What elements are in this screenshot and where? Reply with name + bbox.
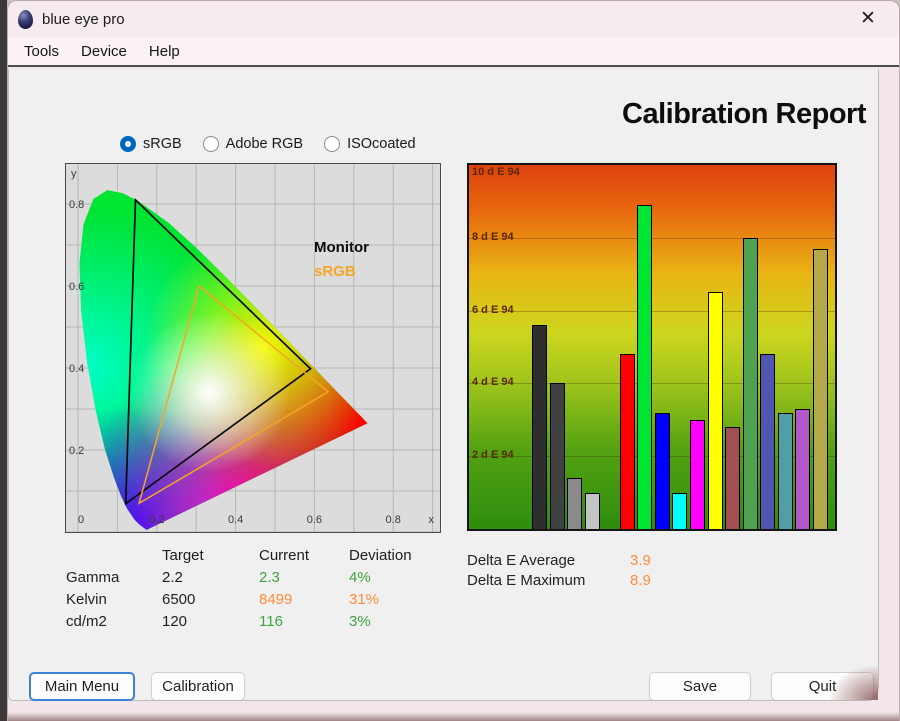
- profile-radio-group: sRGB Adobe RGB ISOcoated: [120, 136, 416, 152]
- bar-gridline: [469, 383, 835, 384]
- svg-text:0.2: 0.2: [69, 445, 84, 457]
- menu-bar: Tools Device Help: [8, 37, 899, 67]
- radio-unselected-icon[interactable]: [324, 136, 340, 152]
- delta-e-bar: [778, 413, 793, 529]
- radio-label: sRGB: [143, 136, 182, 152]
- svg-text:0.4: 0.4: [228, 514, 243, 526]
- target-value: 6500: [162, 591, 259, 613]
- app-window: blue eye pro ✕ Tools Device Help sRGB Ado…: [7, 0, 900, 721]
- radio-selected-icon[interactable]: [120, 136, 136, 152]
- delta-e-bar: [813, 249, 828, 529]
- column-header: Deviation: [349, 547, 444, 569]
- svg-text:0: 0: [78, 514, 84, 526]
- delta-e-bar: [655, 413, 670, 529]
- column-header: Target: [162, 547, 259, 569]
- delta-e-bar: [550, 383, 565, 529]
- cie-horseshoe: [66, 164, 440, 532]
- radio-adobe-rgb[interactable]: Adobe RGB: [203, 136, 303, 152]
- target-value: 2.2: [162, 569, 259, 591]
- column-header: Current: [259, 547, 349, 569]
- calibration-button[interactable]: Calibration: [151, 672, 245, 701]
- svg-text:0.8: 0.8: [69, 199, 84, 211]
- bar-axis-tick-label: 4 d E 94: [472, 376, 514, 388]
- radio-label: ISOcoated: [347, 136, 416, 152]
- table-corner-cell: [66, 547, 162, 569]
- close-icon[interactable]: ✕: [854, 6, 882, 32]
- page-title: Calibration Report: [622, 98, 866, 131]
- radio-isocoated[interactable]: ISOcoated: [324, 136, 416, 152]
- radio-srgb[interactable]: sRGB: [120, 136, 182, 152]
- menu-help[interactable]: Help: [138, 43, 191, 60]
- delta-e-bar: [725, 427, 740, 529]
- window-title: blue eye pro: [42, 11, 125, 28]
- delta-e-bar: [795, 409, 810, 529]
- delta-e-row: Delta E Average3.9: [467, 550, 651, 570]
- delta-e-value: 8.9: [630, 572, 651, 589]
- deviation-value: 31%: [349, 591, 444, 613]
- current-value: 2.3: [259, 569, 349, 591]
- title-bar: blue eye pro ✕: [8, 1, 899, 37]
- bar-gridline: [469, 311, 835, 312]
- bar-axis-tick-label: 2 d E 94: [472, 449, 514, 461]
- target-value: 120: [162, 613, 259, 635]
- svg-text:0.6: 0.6: [307, 514, 322, 526]
- main-menu-button[interactable]: Main Menu: [29, 672, 135, 701]
- delta-e-bar: [690, 420, 705, 529]
- delta-e-label: Delta E Average: [467, 552, 630, 569]
- radio-unselected-icon[interactable]: [203, 136, 219, 152]
- deviation-value: 4%: [349, 569, 444, 591]
- radio-label: Adobe RGB: [226, 136, 303, 152]
- svg-text:x: x: [429, 514, 435, 526]
- current-value: 116: [259, 613, 349, 635]
- delta-e-bar-chart: 10 d E 94 8 d E 94 6 d E 94 4 d E 94 2 d E 9…: [467, 163, 837, 531]
- bar-axis-tick-label: 6 d E 94: [472, 304, 514, 316]
- legend-monitor: Monitor: [314, 239, 369, 256]
- delta-e-label: Delta E Maximum: [467, 572, 630, 589]
- save-button[interactable]: Save: [649, 672, 751, 701]
- blue-eye-logo-icon: [18, 10, 33, 29]
- svg-text:0.8: 0.8: [386, 514, 401, 526]
- calibration-results-table: TargetCurrentDeviation Gamma2.22.34% Kelvi…: [66, 547, 444, 635]
- current-value: 8499: [259, 591, 349, 613]
- delta-e-bar: [620, 354, 635, 529]
- menu-device[interactable]: Device: [70, 43, 138, 60]
- delta-e-row: Delta E Maximum8.9: [467, 570, 651, 590]
- delta-e-bar: [637, 205, 652, 529]
- row-label: Gamma: [66, 569, 162, 591]
- row-label: Kelvin: [66, 591, 162, 613]
- gamut-legend: Monitor sRGB: [314, 239, 369, 280]
- svg-text:y: y: [71, 168, 77, 180]
- delta-e-bar: [743, 238, 758, 529]
- delta-e-bar: [760, 354, 775, 529]
- legend-srgb: sRGB: [314, 263, 356, 280]
- menu-tools[interactable]: Tools: [13, 43, 70, 60]
- bar-gridline: [469, 238, 835, 239]
- bar-axis-tick-label: 8 d E 94: [472, 231, 514, 243]
- delta-e-bar: [585, 493, 600, 529]
- delta-e-bar: [532, 325, 547, 529]
- cie-diagram-svg: y 0.2 0.4 0.6 0.8 0 0.2 0.4 0.6 0.8 x Monitor sRGB: [66, 164, 440, 532]
- delta-e-summary: Delta E Average3.9Delta E Maximum8.9: [467, 550, 651, 590]
- svg-text:0.6: 0.6: [69, 281, 84, 293]
- delta-e-bar: [708, 292, 723, 529]
- row-label: cd/m2: [66, 613, 162, 635]
- bar-axis-tick-label: 10 d E 94: [472, 166, 520, 178]
- delta-e-bar: [672, 493, 687, 529]
- report-panel: sRGB Adobe RGB ISOcoated Calibration Repor…: [8, 69, 879, 701]
- delta-e-bar: [567, 478, 582, 529]
- svg-text:0.2: 0.2: [149, 514, 164, 526]
- deviation-value: 3%: [349, 613, 444, 635]
- delta-e-value: 3.9: [630, 552, 651, 569]
- quit-button[interactable]: Quit: [771, 672, 874, 701]
- svg-text:0.4: 0.4: [69, 363, 84, 375]
- cie-chromaticity-diagram: y 0.2 0.4 0.6 0.8 0 0.2 0.4 0.6 0.8 x Monitor sRGB: [65, 163, 441, 533]
